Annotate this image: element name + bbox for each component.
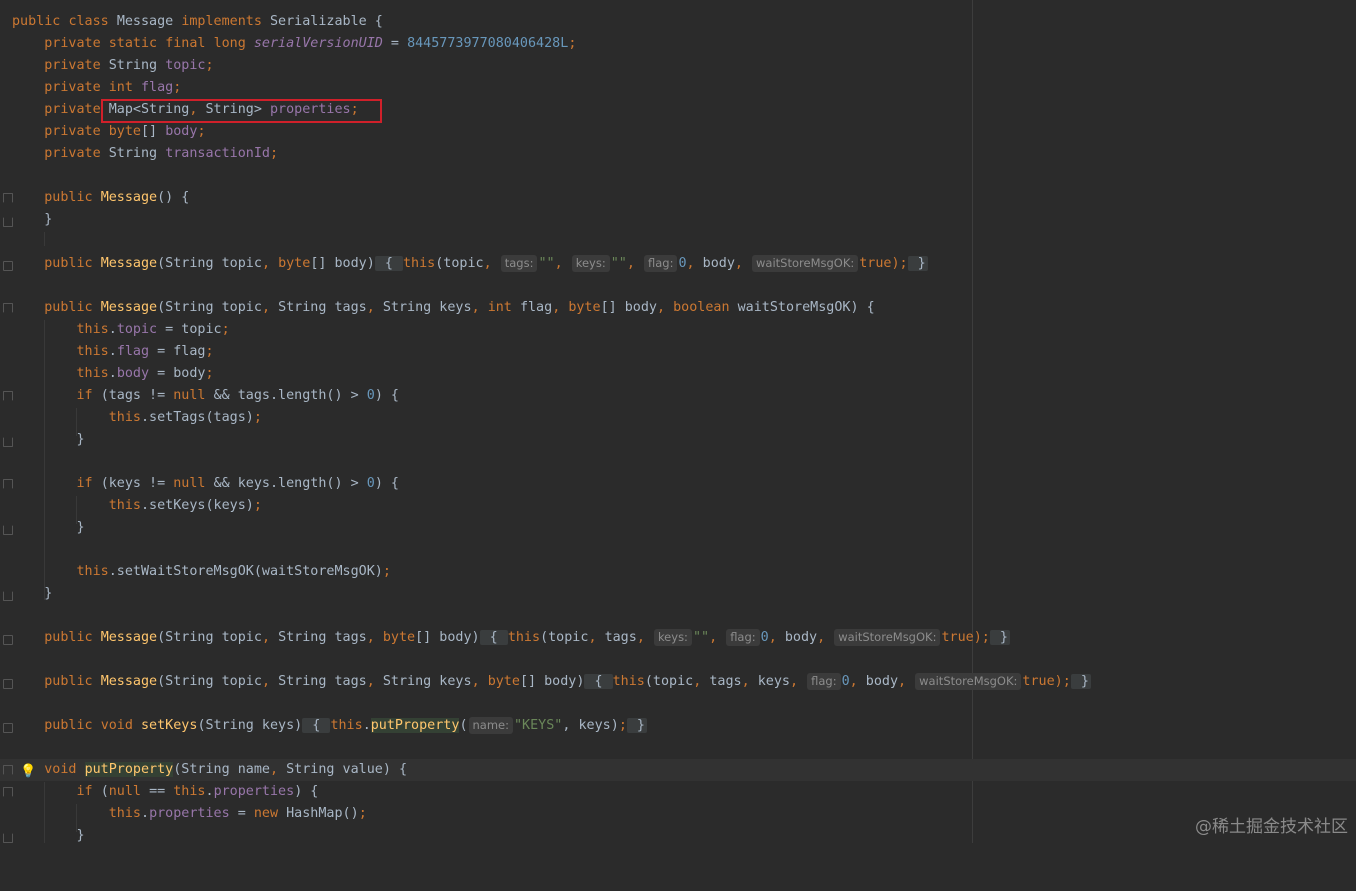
- code-line-close-brace[interactable]: }: [0, 517, 1356, 539]
- param-hint: waitStoreMsgOK:: [915, 673, 1022, 690]
- code-line-field-flag[interactable]: private int flag;: [0, 77, 1356, 99]
- annotation-highlight-box: [101, 99, 382, 123]
- param-hint: flag:: [726, 629, 760, 646]
- code-line-field-transaction-id[interactable]: private String transactionId;: [0, 143, 1356, 165]
- code-line-put-property[interactable]: 💡 void putProperty(String name, String v…: [0, 759, 1356, 781]
- code-line-set-tags[interactable]: this.setTags(tags);: [0, 407, 1356, 429]
- code-line-class-declaration[interactable]: public class Message implements Serializ…: [0, 11, 1356, 33]
- code-line-constructor-full[interactable]: public Message(String topic, String tags…: [0, 297, 1356, 319]
- code-line-assign-body[interactable]: this.body = body;: [0, 363, 1356, 385]
- param-hint: keys:: [653, 629, 692, 646]
- param-hint: waitStoreMsgOK:: [752, 255, 859, 272]
- code-line-field-body[interactable]: private byte[] body;: [0, 121, 1356, 143]
- code-line-close-brace[interactable]: }: [0, 583, 1356, 605]
- code-line-constructor-default[interactable]: public Message() {: [0, 187, 1356, 209]
- param-hint: waitStoreMsgOK:: [834, 629, 941, 646]
- code-line-field-topic[interactable]: private String topic;: [0, 55, 1356, 77]
- code-line-set-keys-method[interactable]: public void setKeys(String keys) { this.…: [0, 715, 1356, 737]
- code-line-close-brace[interactable]: }: [0, 825, 1356, 847]
- code-line-set-keys[interactable]: this.setKeys(keys);: [0, 495, 1356, 517]
- code-line-if-tags[interactable]: if (tags != null && tags.length() > 0) {: [0, 385, 1356, 407]
- code-line-set-wait-store[interactable]: this.setWaitStoreMsgOK(waitStoreMsgOK);: [0, 561, 1356, 583]
- param-hint: flag:: [807, 673, 841, 690]
- code-line-new-hashmap[interactable]: this.properties = new HashMap();: [0, 803, 1356, 825]
- code-line-constructor-topic-tags-body[interactable]: public Message(String topic, String tags…: [0, 627, 1356, 649]
- param-hint: flag:: [643, 255, 678, 272]
- code-line-constructor-topic-tags-keys-body[interactable]: public Message(String topic, String tags…: [0, 671, 1356, 693]
- code-line-assign-topic[interactable]: this.topic = topic;: [0, 319, 1356, 341]
- param-hint: keys:: [571, 255, 610, 272]
- code-line-constructor-topic-body[interactable]: public Message(String topic, byte[] body…: [0, 253, 1356, 275]
- param-hint: name:: [468, 717, 513, 734]
- code-line-assign-flag[interactable]: this.flag = flag;: [0, 341, 1356, 363]
- code-line-if-null-properties[interactable]: if (null == this.properties) {: [0, 781, 1356, 803]
- code-line-close-brace[interactable]: }: [0, 209, 1356, 231]
- indent-guide: [44, 232, 45, 246]
- code-line-serial-version-uid[interactable]: private static final long serialVersionU…: [0, 33, 1356, 55]
- code-line-close-brace[interactable]: }: [0, 429, 1356, 451]
- watermark: @稀土掘金技术社区: [1195, 817, 1348, 837]
- code-line-if-keys[interactable]: if (keys != null && keys.length() > 0) {: [0, 473, 1356, 495]
- param-hint: tags:: [500, 255, 538, 272]
